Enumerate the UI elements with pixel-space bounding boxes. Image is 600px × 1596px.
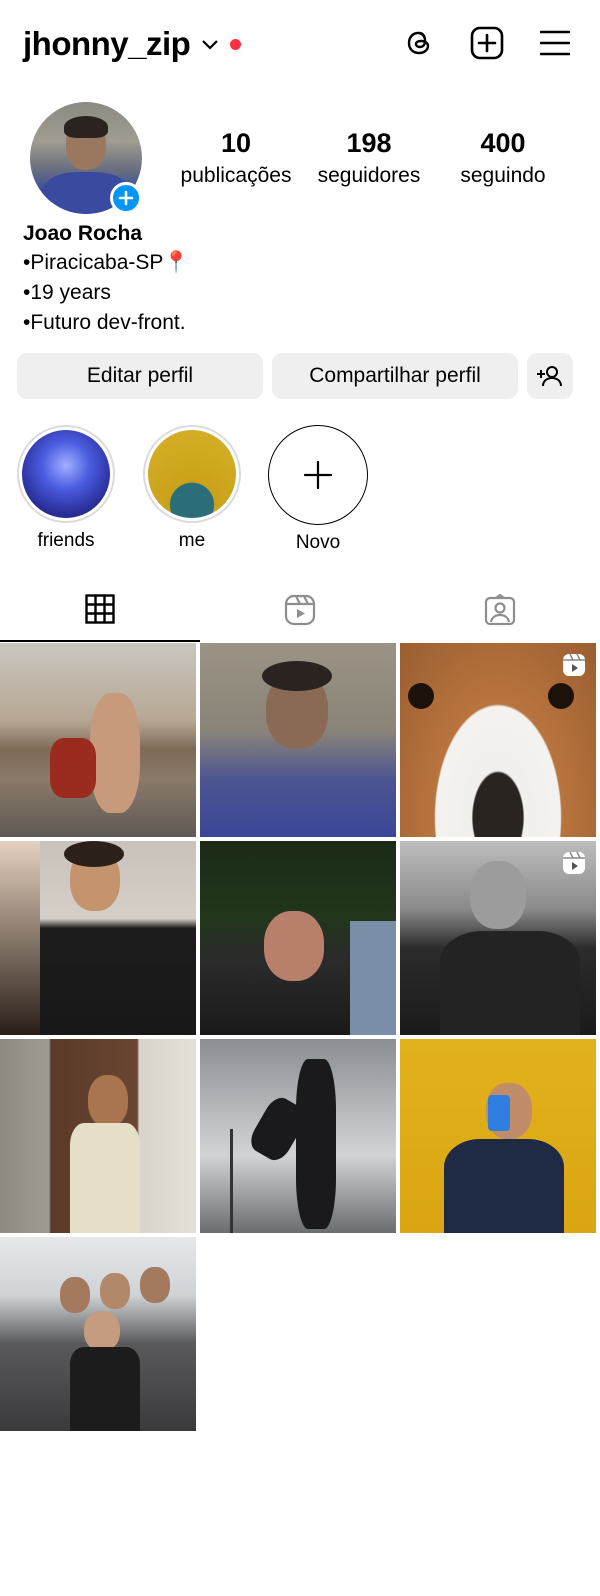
username: jhonny_zip	[23, 25, 191, 62]
chevron-down-icon	[202, 37, 219, 55]
followers-count[interactable]: 198 seguidores	[299, 126, 439, 192]
post-thumbnail[interactable]	[400, 643, 596, 837]
post-thumbnail[interactable]	[0, 841, 196, 1035]
grid-icon	[85, 594, 115, 624]
reel-icon	[562, 653, 586, 682]
following-count[interactable]: 400 seguindo	[433, 126, 573, 192]
post-thumbnail[interactable]	[200, 643, 396, 837]
tab-tagged[interactable]	[400, 578, 600, 642]
post-thumbnail[interactable]	[0, 643, 196, 837]
profile-tabs	[0, 578, 600, 642]
followers-label: seguidores	[317, 164, 421, 187]
posts-count: 10 publicações	[166, 126, 306, 192]
add-person-icon	[537, 366, 562, 387]
highlight-label: Novo	[295, 532, 341, 553]
post-thumbnail[interactable]	[400, 841, 596, 1035]
bio: Joao Rocha •Piracicaba-SP📍 •19 years •Fu…	[23, 220, 190, 338]
following-label: seguindo	[460, 164, 546, 187]
highlight-label: friends	[37, 530, 95, 551]
edit-profile-button[interactable]: Editar perfil	[17, 353, 263, 399]
highlight-friends[interactable]: friends	[17, 425, 115, 555]
threads-icon[interactable]	[402, 26, 436, 60]
bio-line: •Futuro dev-front.	[23, 311, 186, 334]
share-profile-button[interactable]: Compartilhar perfil	[272, 353, 518, 399]
post-thumbnail[interactable]	[200, 1039, 396, 1233]
reel-icon	[562, 851, 586, 880]
display-name: Joao Rocha	[23, 222, 143, 245]
post-thumbnail[interactable]	[0, 1039, 196, 1233]
posts-label: publicações	[180, 164, 292, 187]
followers-value: 198	[346, 128, 392, 158]
following-value: 400	[480, 128, 526, 158]
notification-dot	[230, 38, 242, 50]
posts-grid	[0, 643, 600, 1431]
post-thumbnail[interactable]	[400, 1039, 596, 1233]
create-post-icon[interactable]	[470, 26, 504, 60]
bio-line: •Piracicaba-SP📍	[23, 251, 190, 274]
bio-line: •19 years	[23, 281, 111, 304]
add-story-icon[interactable]	[110, 182, 142, 214]
tagged-icon	[484, 594, 516, 626]
tab-posts[interactable]	[0, 578, 200, 642]
highlight-new[interactable]: Novo	[268, 425, 368, 555]
highlight-me[interactable]: me	[143, 425, 241, 555]
post-thumbnail[interactable]	[0, 1237, 196, 1431]
account-switcher[interactable]: jhonny_zip	[23, 22, 242, 66]
menu-icon[interactable]	[538, 26, 572, 60]
tab-reels[interactable]	[200, 578, 400, 642]
profile-avatar[interactable]	[30, 102, 144, 216]
post-thumbnail[interactable]	[200, 841, 396, 1035]
plus-icon	[303, 460, 333, 490]
highlight-label: me	[178, 530, 206, 551]
posts-value: 10	[220, 128, 252, 158]
reels-icon	[284, 594, 316, 626]
discover-people-button[interactable]	[527, 353, 573, 399]
top-bar: jhonny_zip	[0, 0, 600, 88]
